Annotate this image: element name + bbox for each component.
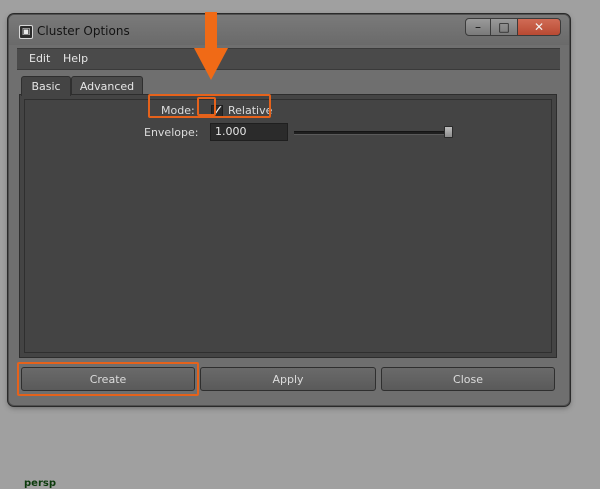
menu-item-edit[interactable]: Edit [29,52,50,65]
checkmark-icon: ✓ [212,103,224,119]
envelope-slider-handle[interactable] [443,126,453,138]
options-panel: Mode: ✓ Relative Envelope: 1.000 [19,94,557,358]
cluster-options-window: ▣ Cluster Options – □ ✕ Edit Help Basic … [8,14,570,406]
maya-icon: ▣ [19,25,33,39]
titlebar[interactable]: ▣ Cluster Options – □ ✕ [9,15,569,45]
maximize-button[interactable]: □ [491,18,517,36]
apply-button[interactable]: Apply [200,367,376,391]
window-controls: – □ ✕ [465,18,561,36]
window-title: Cluster Options [37,24,130,38]
mode-relative-checkbox[interactable]: ✓ [211,103,224,119]
menu-item-help[interactable]: Help [63,52,88,65]
mode-relative-label: Relative [228,104,273,117]
menubar: Edit Help [17,48,560,70]
options-panel-inner [24,99,552,353]
create-button[interactable]: Create [21,367,195,391]
viewport-label-persp: persp [24,478,56,489]
envelope-input[interactable]: 1.000 [210,123,288,141]
tab-basic[interactable]: Basic [21,76,71,96]
pointer-arrow-icon [194,12,228,80]
mode-label: Mode: [161,104,195,117]
close-button[interactable]: Close [381,367,555,391]
envelope-label: Envelope: [144,126,199,139]
envelope-slider-track[interactable] [294,131,448,135]
close-window-button[interactable]: ✕ [517,18,561,36]
minimize-button[interactable]: – [465,18,491,36]
tab-advanced[interactable]: Advanced [71,76,143,96]
